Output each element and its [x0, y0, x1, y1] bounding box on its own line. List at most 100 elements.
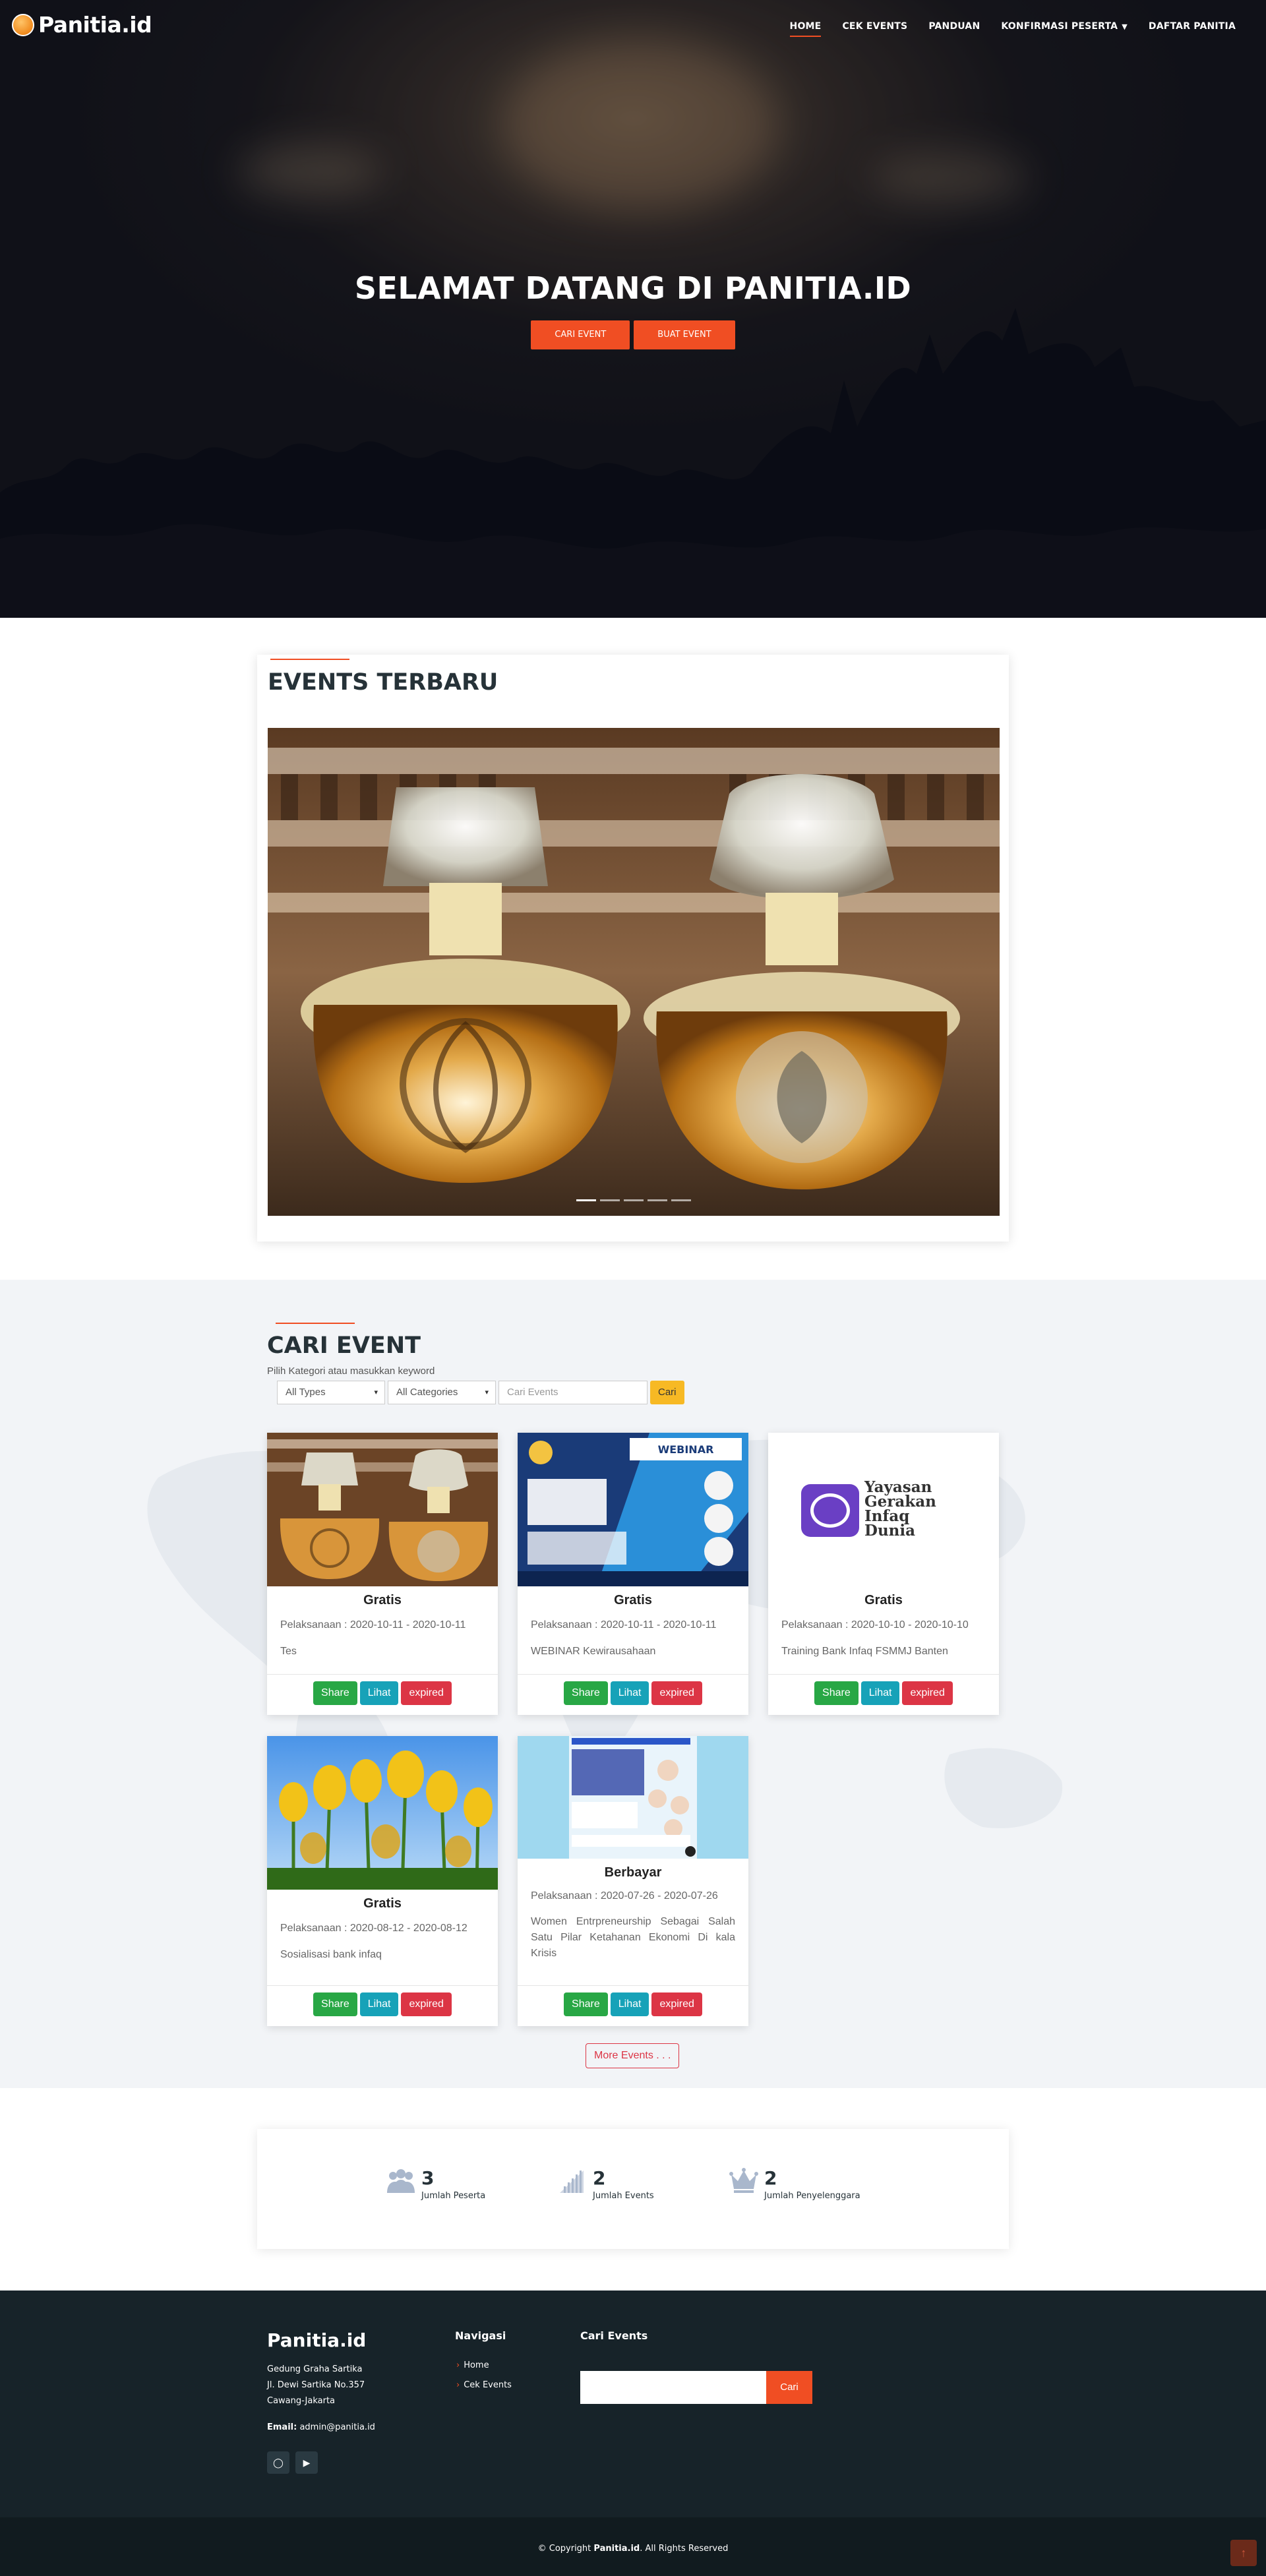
- footer-search-title: Cari Events: [580, 2329, 648, 2342]
- share-button[interactable]: Share: [564, 1681, 608, 1705]
- brand-logo[interactable]: Panitia.id: [12, 12, 152, 38]
- stat-peserta-label: Jumlah Peserta: [421, 2191, 486, 2201]
- chevron-down-icon: ▼: [1122, 22, 1128, 31]
- nav-daftar-panitia[interactable]: DAFTAR PANITIA: [1138, 20, 1246, 37]
- card-divider: [768, 1674, 999, 1675]
- events-terbaru-card: EVENTS TERBARU: [257, 655, 1009, 1242]
- footer-email: Email: admin@panitia.id: [267, 2422, 375, 2432]
- nav-konfirmasi-peserta[interactable]: KONFIRMASI PESERTA ▼: [990, 20, 1138, 37]
- footer-email-label: Email:: [267, 2422, 297, 2432]
- stats-card: 3 Jumlah Peserta 2 Jumlah Events 2 Jumla…: [257, 2129, 1009, 2249]
- lihat-button[interactable]: Lihat: [359, 1681, 399, 1705]
- card-divider: [267, 1674, 498, 1675]
- category-select[interactable]: All Categories ▾: [388, 1381, 496, 1404]
- footer-bottom-bar: © Copyright Panitia.id. All Rights Reser…: [0, 2517, 1266, 2576]
- type-select-value: All Types: [286, 1387, 326, 1398]
- nav-cek-events[interactable]: CEK EVENTS: [831, 20, 918, 37]
- chart-icon: [560, 2171, 584, 2193]
- event-card: Gratis Pelaksanaan : 2020-10-11 - 2020-1…: [267, 1433, 498, 1715]
- event-thumbnail[interactable]: [267, 1433, 498, 1586]
- perfume-thumbnail-image: [267, 1433, 498, 1586]
- card-divider: [267, 1985, 498, 1986]
- footer-email-value[interactable]: admin@panitia.id: [299, 2422, 375, 2432]
- arrow-up-icon: ↑: [1240, 2546, 1247, 2560]
- event-date: Pelaksanaan : 2020-10-11 - 2020-10-11: [531, 1619, 717, 1631]
- event-description: Tes: [280, 1646, 297, 1657]
- share-button[interactable]: Share: [814, 1681, 859, 1705]
- buat-event-button[interactable]: BUAT EVENT: [634, 320, 735, 349]
- search-button[interactable]: Cari: [650, 1381, 684, 1404]
- carousel-dot[interactable]: [600, 1199, 620, 1201]
- event-date: Pelaksanaan : 2020-07-26 - 2020-07-26: [531, 1890, 718, 1902]
- event-description: WEBINAR Kewirausahaan: [531, 1646, 656, 1657]
- event-thumbnail[interactable]: [267, 1736, 498, 1890]
- share-button[interactable]: Share: [564, 1992, 608, 2016]
- expired-button[interactable]: expired: [651, 1992, 702, 2016]
- event-description: Sosialisasi bank infaq: [280, 1949, 382, 1960]
- chevron-down-icon: ▾: [374, 1389, 378, 1396]
- brand-name: Panitia.id: [38, 12, 152, 38]
- nav-home[interactable]: HOME: [779, 20, 832, 37]
- keyword-search-input[interactable]: Cari Events: [498, 1381, 648, 1404]
- event-price: Gratis: [614, 1593, 652, 1607]
- event-price: Gratis: [363, 1593, 402, 1607]
- event-thumbnail[interactable]: WEBINAR: [518, 1433, 748, 1586]
- share-button[interactable]: Share: [313, 1681, 357, 1705]
- carousel-image-perfume: [268, 728, 1000, 1216]
- share-button[interactable]: Share: [313, 1992, 357, 2016]
- nav-home-label: HOME: [789, 21, 822, 32]
- event-actions: Share Lihat expired: [267, 1992, 498, 2016]
- card-divider: [518, 1674, 748, 1675]
- section-accent-line: [276, 1323, 355, 1324]
- back-to-top-button[interactable]: ↑: [1230, 2540, 1257, 2566]
- footer-search-button[interactable]: Cari: [766, 2371, 812, 2404]
- type-select[interactable]: All Types ▾: [277, 1381, 385, 1404]
- nav-panduan[interactable]: PANDUAN: [918, 20, 990, 37]
- stat-events: 2 Jumlah Events: [557, 2168, 654, 2201]
- carousel-dot[interactable]: [648, 1199, 667, 1201]
- event-description: Training Bank Infaq FSMMJ Banten: [781, 1646, 948, 1657]
- cari-event-button[interactable]: CARI EVENT: [531, 320, 630, 349]
- footer-nav-title: Navigasi: [455, 2329, 506, 2342]
- event-date: Pelaksanaan : 2020-10-10 - 2020-10-10: [781, 1619, 969, 1631]
- youtube-icon[interactable]: ▶: [295, 2451, 318, 2474]
- event-thumbnail[interactable]: [518, 1736, 748, 1859]
- crown-icon: [729, 2168, 758, 2193]
- nav-cek-events-label: CEK EVENTS: [842, 21, 908, 32]
- copyright-prefix: © Copyright: [537, 2544, 594, 2554]
- carousel-indicators: [268, 1199, 1000, 1201]
- event-actions: Share Lihat expired: [768, 1681, 999, 1705]
- events-carousel[interactable]: [268, 728, 1000, 1216]
- nav-konfirmasi-label: KONFIRMASI PESERTA: [1001, 21, 1118, 32]
- footer-link-home[interactable]: › Home: [456, 2360, 489, 2370]
- main-nav: HOME CEK EVENTS PANDUAN KONFIRMASI PESER…: [779, 20, 1246, 37]
- lihat-button[interactable]: Lihat: [610, 1992, 649, 2016]
- event-description: Women Entrpreneurship Sebagai Salah Satu…: [531, 1916, 735, 1959]
- carousel-dot[interactable]: [671, 1199, 691, 1201]
- lihat-button[interactable]: Lihat: [359, 1992, 399, 2016]
- copyright-suffix: . All Rights Reserved: [640, 2544, 729, 2554]
- expired-button[interactable]: expired: [401, 1681, 452, 1705]
- expired-button[interactable]: expired: [902, 1681, 953, 1705]
- nav-daftar-label: DAFTAR PANITIA: [1148, 21, 1236, 32]
- copyright: © Copyright Panitia.id. All Rights Reser…: [0, 2544, 1266, 2554]
- event-actions: Share Lihat expired: [518, 1681, 748, 1705]
- nav-panduan-label: PANDUAN: [928, 21, 980, 32]
- event-thumbnail[interactable]: Yayasan Gerakan Infaq Dunia: [768, 1433, 999, 1586]
- carousel-dot[interactable]: [624, 1199, 644, 1201]
- event-date: Pelaksanaan : 2020-08-12 - 2020-08-12: [280, 1923, 467, 1934]
- lihat-button[interactable]: Lihat: [860, 1681, 900, 1705]
- carousel-dot[interactable]: [576, 1199, 596, 1201]
- expired-button[interactable]: expired: [651, 1681, 702, 1705]
- footer-link-cek-events[interactable]: › Cek Events: [456, 2380, 512, 2390]
- yayasan-logo-text: Yayasan Gerakan Infaq Dunia: [864, 1480, 936, 1538]
- more-events-button[interactable]: More Events . . .: [586, 2043, 680, 2068]
- logo-icon: [12, 13, 34, 36]
- lihat-button[interactable]: Lihat: [610, 1681, 649, 1705]
- footer-search-input[interactable]: [580, 2371, 766, 2404]
- event-date: Pelaksanaan : 2020-10-11 - 2020-10-11: [280, 1619, 466, 1631]
- instagram-icon[interactable]: ◯: [267, 2451, 289, 2474]
- event-card: Yayasan Gerakan Infaq Dunia Gratis Pelak…: [768, 1433, 999, 1715]
- expired-button[interactable]: expired: [401, 1992, 452, 2016]
- search-filters: All Types ▾ All Categories ▾ Cari Events C…: [277, 1381, 684, 1404]
